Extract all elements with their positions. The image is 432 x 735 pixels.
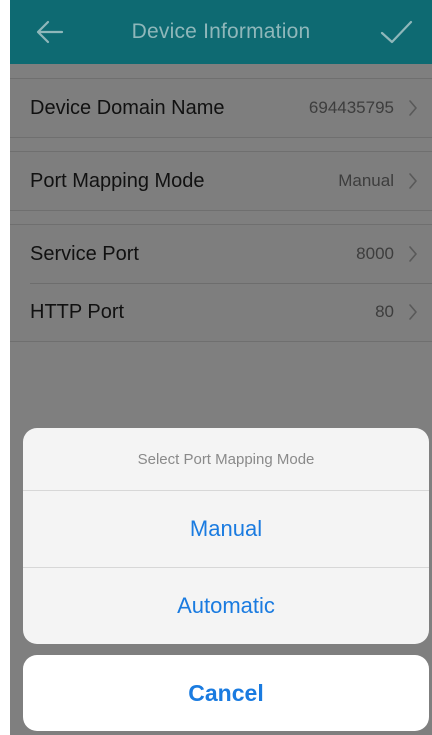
row-value: 8000: [356, 244, 394, 263]
row-label: Service Port: [30, 242, 139, 265]
navigation-bar: Device Information: [10, 0, 432, 64]
row-label: Port Mapping Mode: [30, 169, 205, 192]
row-value: 694435795: [308, 98, 394, 117]
ports-group: Service Port 8000 HTTP Port 80: [10, 224, 432, 342]
port-mapping-action-sheet: Select Port Mapping Mode Manual Automati…: [23, 428, 429, 644]
option-manual[interactable]: Manual: [23, 491, 429, 567]
device-domain-name-row[interactable]: Device Domain Name 694435795: [10, 79, 432, 137]
http-port-row[interactable]: HTTP Port 80: [10, 283, 432, 341]
chevron-right-icon: [409, 173, 417, 189]
checkmark-icon[interactable]: [374, 14, 418, 50]
chevron-right-icon: [409, 304, 417, 320]
option-automatic[interactable]: Automatic: [23, 567, 429, 644]
service-port-row[interactable]: Service Port 8000: [10, 225, 432, 283]
port-mapping-group: Port Mapping Mode Manual: [10, 151, 432, 211]
device-info-screen: Device Information Device Domain Name 69…: [10, 0, 432, 735]
row-value: Manual: [338, 171, 394, 190]
port-mapping-mode-row[interactable]: Port Mapping Mode Manual: [10, 152, 432, 210]
action-sheet-title: Select Port Mapping Mode: [23, 428, 429, 491]
page-title: Device Information: [131, 20, 311, 43]
chevron-right-icon: [409, 246, 417, 262]
domain-group: Device Domain Name 694435795: [10, 78, 432, 138]
chevron-right-icon: [409, 100, 417, 116]
row-value: 80: [375, 302, 394, 321]
row-label: Device Domain Name: [30, 96, 225, 119]
cancel-button[interactable]: Cancel: [23, 655, 429, 731]
row-label: HTTP Port: [30, 300, 125, 323]
